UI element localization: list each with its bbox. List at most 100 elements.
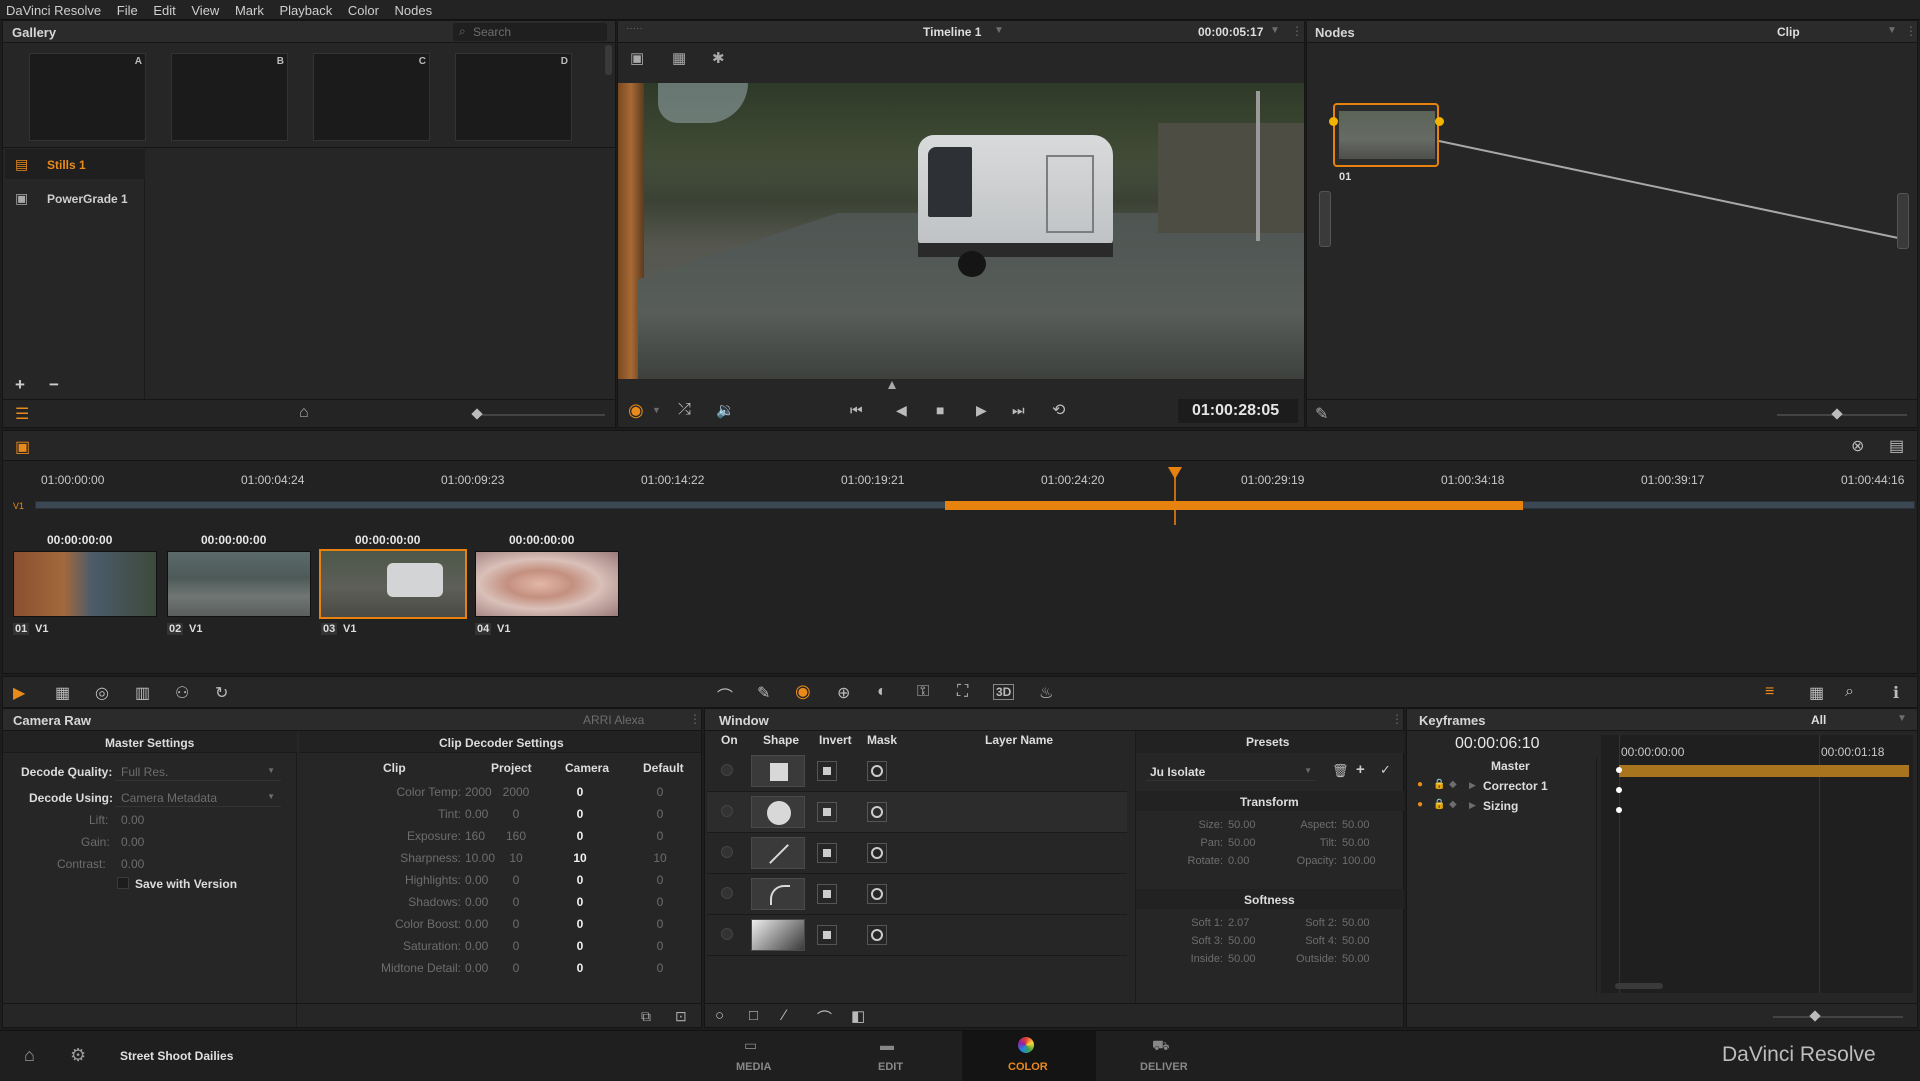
more-options-icon[interactable]: ⋮ [1905,24,1917,38]
expand-arrow-icon[interactable]: ▶ [1469,800,1476,811]
close-icon[interactable]: ⊗ [1851,436,1864,456]
expand-arrow-icon[interactable]: ▶ [1469,780,1476,791]
keyframe-diamond-icon[interactable]: ◆ [1449,799,1457,810]
page-tab-color[interactable]: COLOR [962,1031,1096,1081]
node-source-input[interactable] [1319,191,1331,247]
param-value[interactable]: 50.00 [1228,953,1256,965]
keyframes-filter[interactable]: All [1811,713,1826,727]
slider-handle[interactable] [1809,1010,1821,1022]
clip-item-selected[interactable]: 00:00:00:00 03 V1 [319,529,467,639]
window-row-linear[interactable] [707,833,1127,874]
param-value[interactable]: 100.00 [1342,855,1376,867]
node-input-dot[interactable] [1329,117,1338,126]
add-curve-window-icon[interactable]: ⌒ [817,1007,832,1028]
on-toggle[interactable] [721,846,733,858]
add-gradient-window-icon[interactable]: ◧ [851,1007,865,1025]
add-linear-window-icon[interactable]: ∕ [783,1007,786,1024]
param-value[interactable]: 0.00 [1228,855,1249,867]
delete-preset-icon[interactable]: 🗑 [1332,763,1349,779]
decoder-clip-value[interactable]: 0.00 [465,939,488,953]
master-keyframe-bar[interactable] [1619,765,1909,777]
lock-icon[interactable]: 🔒 [1433,779,1445,790]
list-view-icon[interactable]: ☰ [15,404,29,424]
mask-toggle[interactable] [867,761,887,781]
copy-settings-icon[interactable]: ⧉ [641,1008,651,1025]
menu-playback[interactable]: Playback [273,0,338,19]
remove-album-button[interactable]: − [49,375,59,395]
curves-icon[interactable]: ⌒ [717,683,733,707]
keyframe-dot[interactable] [1616,767,1622,773]
add-album-button[interactable]: + [15,375,25,395]
menu-color[interactable]: Color [342,0,385,19]
still-slot-d[interactable]: D [455,53,572,141]
blur-icon[interactable]: ◐ [877,683,887,701]
chevron-down-icon[interactable]: ▼ [1887,25,1897,36]
nodes-mode[interactable]: Clip [1777,25,1800,39]
more-options-icon[interactable]: ⋮ [1291,24,1303,38]
shape-square-icon[interactable] [751,755,805,787]
slider-handle[interactable] [1831,408,1843,420]
window-icon[interactable]: ◉ [795,681,811,702]
slider-handle[interactable] [471,408,483,420]
thumb-size-slider[interactable] [471,408,605,420]
shuffle-icon[interactable]: ⤮ [678,401,691,419]
node-tool-icon[interactable]: ✎ [1315,404,1328,424]
active-clip-segment[interactable] [945,501,1523,510]
still-slot-b[interactable]: B [171,53,288,141]
contrast-value[interactable]: 0.00 [121,857,144,871]
more-options-icon[interactable]: ⋮ [689,712,701,726]
apply-settings-icon[interactable]: ⊡ [675,1008,687,1025]
loop-icon[interactable]: ⟲ [1052,400,1065,420]
keyframe-dot[interactable] [1616,807,1622,813]
apply-preset-icon[interactable]: ✓ [1380,762,1391,778]
window-row-gradient[interactable] [707,915,1127,956]
highlight-icon[interactable]: ✱ [712,49,725,67]
decode-quality-select[interactable]: Full Res. ▼ [115,761,281,781]
go-to-start-icon[interactable]: ⏮ [850,402,863,419]
zoom-icon[interactable]: ⌕ [1845,683,1854,701]
page-tab-deliver[interactable]: ⛟ DELIVER [1108,1031,1218,1081]
record-dot-icon[interactable]: ● [1417,799,1423,810]
volume-icon[interactable]: 🔉 [716,401,735,419]
keyframe-diamond-icon[interactable]: ◆ [1449,779,1457,790]
invert-toggle[interactable] [817,843,837,863]
chevron-down-icon[interactable]: ▼ [994,25,1004,36]
save-with-version-checkbox[interactable] [117,877,129,889]
shape-gradient-icon[interactable] [751,919,805,951]
keyframes-toggle-icon[interactable]: ≡ [1765,683,1774,701]
scrubber-handle[interactable] [888,381,896,389]
stop-icon[interactable]: ■ [936,402,944,418]
single-view-icon[interactable]: ▣ [630,49,644,67]
grid-view-icon[interactable]: ▦ [672,49,686,67]
still-slot-a[interactable]: A [29,53,146,141]
shape-curve-icon[interactable] [751,878,805,910]
audio-options-icon[interactable]: ◉ [628,400,644,421]
param-value[interactable]: 50.00 [1342,917,1370,929]
node-01[interactable] [1333,103,1439,167]
menu-mark[interactable]: Mark [229,0,270,19]
invert-toggle[interactable] [817,884,837,904]
decoder-clip-value[interactable]: 10.00 [465,851,495,865]
clip-item[interactable]: 00:00:00:00 04 V1 [475,529,621,639]
chevron-down-icon[interactable]: ▼ [1270,25,1280,36]
menu-edit[interactable]: Edit [147,0,181,19]
invert-toggle[interactable] [817,802,837,822]
color-wheels-icon[interactable]: ◎ [95,683,109,703]
kf-scrollbar[interactable] [1615,983,1663,989]
stereo-3d-icon[interactable]: 3D [993,684,1015,700]
page-tab-edit[interactable]: ▬ EDIT [836,1031,946,1081]
window-row-circle[interactable] [707,792,1127,833]
param-value[interactable]: 50.00 [1342,953,1370,965]
mask-toggle[interactable] [867,925,887,945]
param-value[interactable]: 50.00 [1228,837,1256,849]
home-icon[interactable]: ⌂ [24,1045,35,1066]
param-value[interactable]: 50.00 [1342,837,1370,849]
decoder-clip-value[interactable]: 0.00 [465,917,488,931]
decoder-clip-value[interactable]: 0.00 [465,895,488,909]
timeline-name[interactable]: Timeline 1 [923,25,981,39]
color-match-icon[interactable]: ▦ [55,683,70,703]
gallery-search[interactable]: ⌕ Search [453,23,607,41]
window-row-square[interactable] [707,751,1127,792]
qualifier-icon[interactable]: ✎ [757,683,770,703]
drag-handle[interactable]: ····· [626,23,643,34]
